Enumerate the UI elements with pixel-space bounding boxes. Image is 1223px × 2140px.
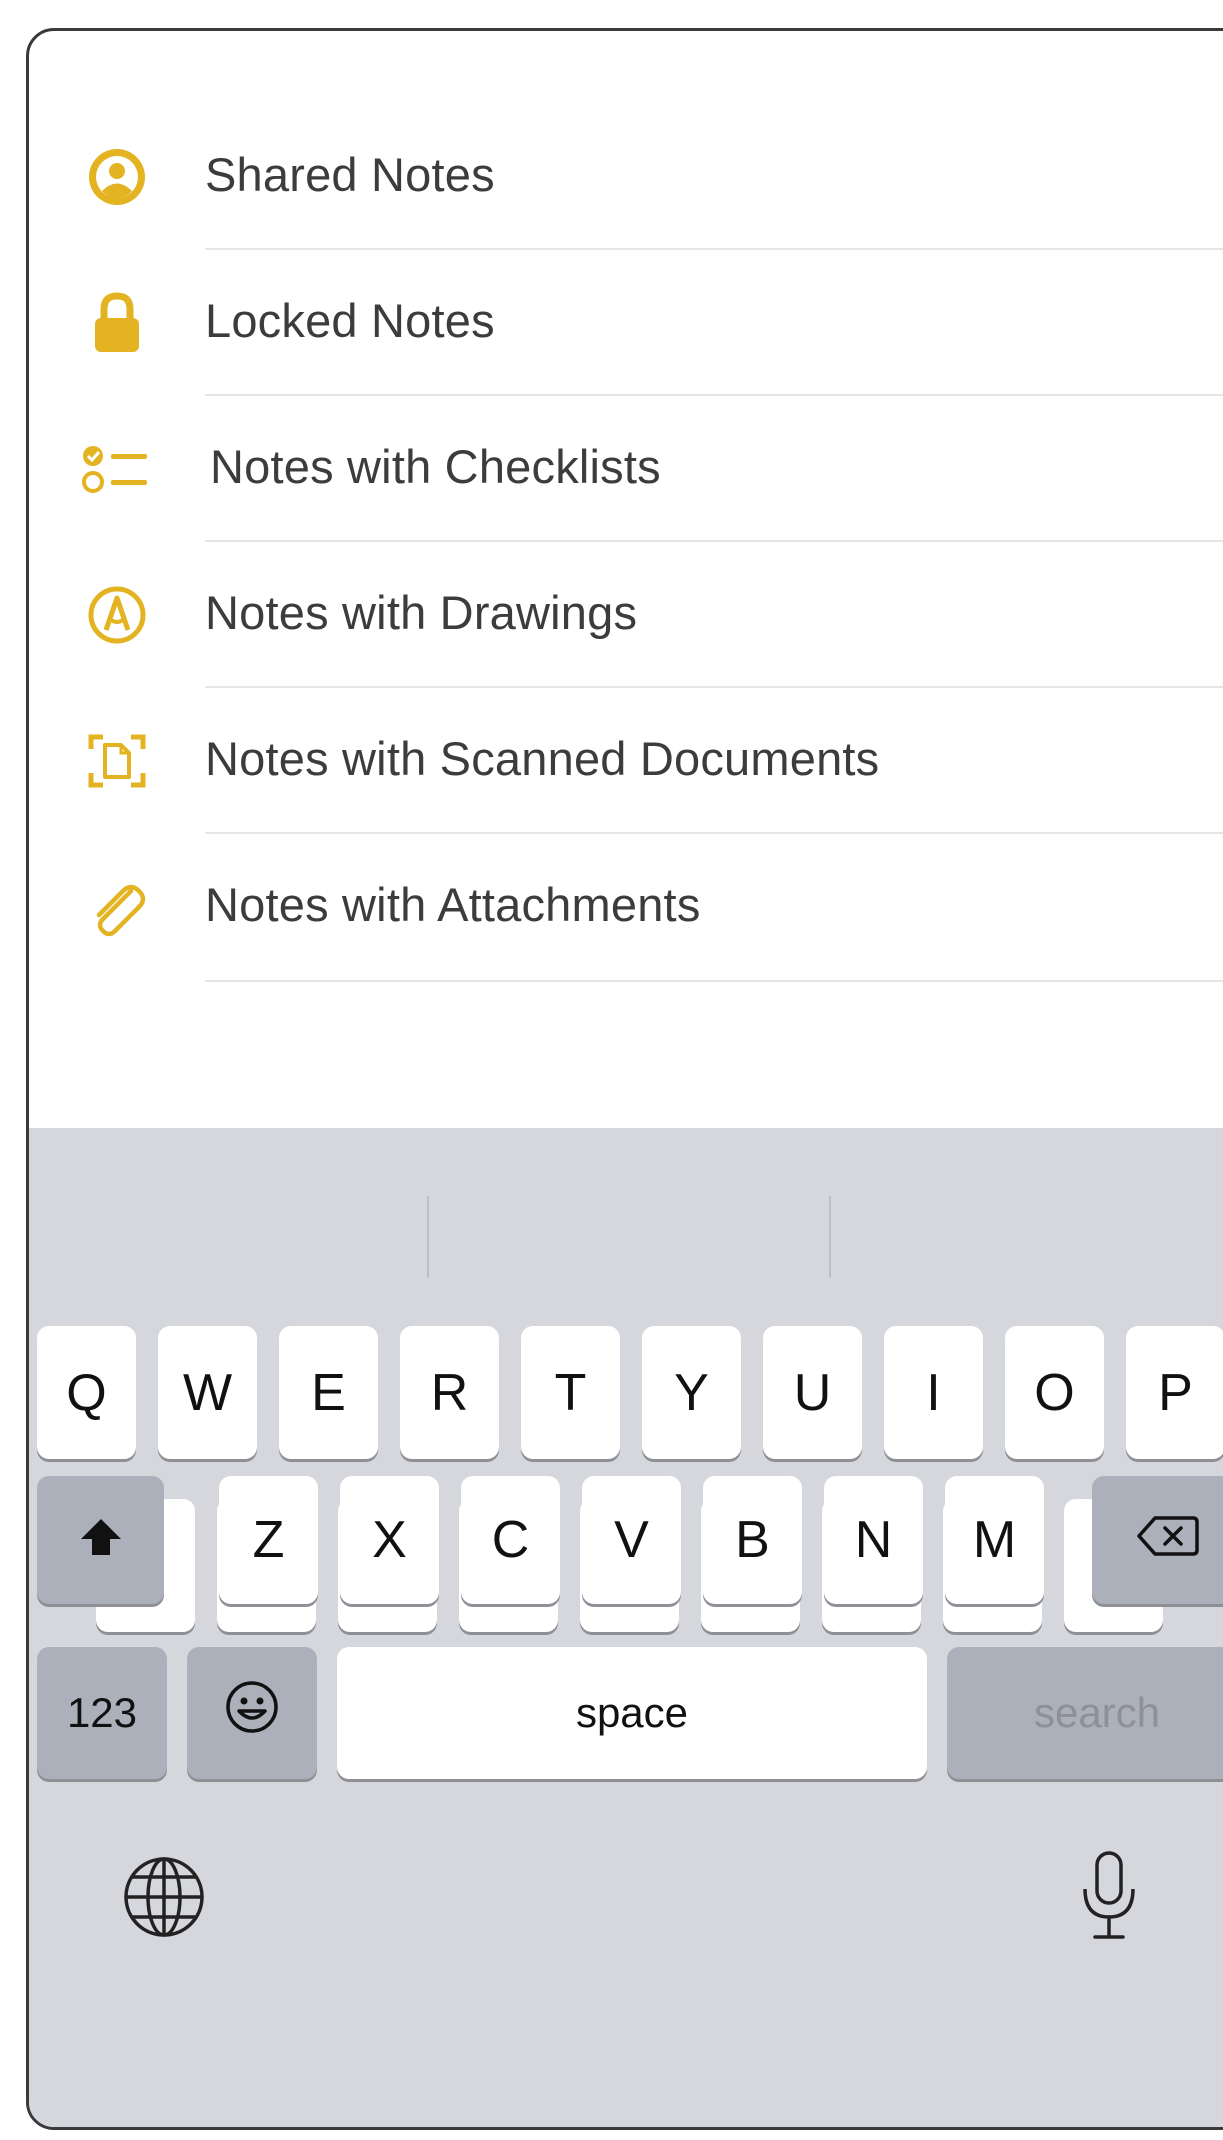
list-item-label: Notes with Scanned Documents: [205, 732, 880, 785]
space-key[interactable]: space: [337, 1647, 927, 1779]
list-item-notes-with-attachments[interactable]: Notes with Attachments: [29, 834, 1223, 982]
key-p[interactable]: P: [1126, 1326, 1223, 1459]
person-circle-icon: [81, 141, 153, 213]
key-q[interactable]: Q: [37, 1326, 136, 1459]
list-item-notes-with-drawings[interactable]: Notes with Drawings: [29, 542, 1223, 688]
list-item-label: Locked Notes: [205, 294, 495, 347]
key-e[interactable]: E: [279, 1326, 378, 1459]
key-m[interactable]: M: [945, 1476, 1044, 1604]
shift-key[interactable]: [37, 1476, 164, 1604]
search-key[interactable]: search: [947, 1647, 1223, 1779]
delete-key[interactable]: [1092, 1476, 1223, 1604]
dictation-key[interactable]: [1069, 1848, 1149, 1948]
key-w[interactable]: W: [158, 1326, 257, 1459]
screen-frame: Shared Notes Locked Notes Notes with Che…: [26, 28, 1223, 2130]
list-item-locked-notes[interactable]: Locked Notes: [29, 250, 1223, 396]
key-v[interactable]: V: [582, 1476, 681, 1604]
list-item-notes-with-scanned-documents[interactable]: Notes with Scanned Documents: [29, 688, 1223, 834]
emoji-icon: [224, 1679, 280, 1748]
key-x[interactable]: X: [340, 1476, 439, 1604]
list-item-shared-notes[interactable]: Shared Notes: [29, 104, 1223, 250]
globe-icon: [122, 1855, 206, 1944]
key-t[interactable]: T: [521, 1326, 620, 1459]
emoji-key[interactable]: [187, 1647, 317, 1779]
key-y[interactable]: Y: [642, 1326, 741, 1459]
pencil-tip-circle-icon: [81, 579, 153, 651]
shift-arrow-icon: [79, 1510, 123, 1570]
lock-icon: [81, 287, 153, 359]
key-n[interactable]: N: [824, 1476, 923, 1604]
list-item-label: Shared Notes: [205, 148, 495, 201]
checklist-icon: [81, 433, 153, 505]
key-b[interactable]: B: [703, 1476, 802, 1604]
scanned-document-icon: [81, 725, 153, 797]
keyboard: QWERTYUIOP ASDFGHJKL ZXCVBNM 123: [29, 1128, 1223, 2127]
key-o[interactable]: O: [1005, 1326, 1104, 1459]
numbers-key[interactable]: 123: [37, 1647, 167, 1779]
delete-backspace-icon: [1137, 1510, 1199, 1570]
key-u[interactable]: U: [763, 1326, 862, 1459]
microphone-icon: [1079, 1849, 1139, 1948]
row-separator: [205, 980, 1223, 982]
globe-key[interactable]: [119, 1854, 209, 1944]
list-item-label: Notes with Checklists: [210, 440, 661, 493]
key-i[interactable]: I: [884, 1326, 983, 1459]
list-item-label: Notes with Drawings: [205, 586, 638, 639]
list-item-notes-with-checklists[interactable]: Notes with Checklists: [29, 396, 1223, 542]
key-z[interactable]: Z: [219, 1476, 318, 1604]
prediction-divider: [829, 1196, 831, 1278]
prediction-divider: [427, 1196, 429, 1278]
key-c[interactable]: C: [461, 1476, 560, 1604]
paperclip-icon: [81, 873, 153, 945]
key-r[interactable]: R: [400, 1326, 499, 1459]
list-item-label: Notes with Attachments: [205, 878, 701, 931]
